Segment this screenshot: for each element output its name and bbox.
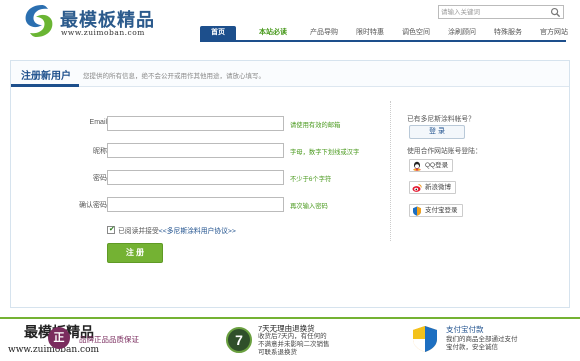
password-hint: 不少于6个字符 <box>290 176 332 183</box>
footer-alipay-title: 支付宝付款 <box>446 325 484 334</box>
confirm-password-field[interactable] <box>107 197 284 212</box>
footer-alipay-line: 宝付款，安全诚信 <box>446 344 498 351</box>
nav-color-space[interactable]: 调色空间 <box>396 26 436 40</box>
site-header: 最模板精品 www.zuimoban.com 首页 本站必读 产品导购 限时特惠… <box>0 0 580 50</box>
partner-login-prompt: 使用合作网站账号登陆： <box>407 148 482 155</box>
seven-day-return-icon: 7 <box>226 327 252 353</box>
footer-return-line: 可联系退换货 <box>258 349 297 356</box>
nav-product-guide[interactable]: 产品导购 <box>304 26 344 40</box>
nav-must-read[interactable]: 本站必读 <box>248 26 298 40</box>
alipay-login-label: 支付宝登录 <box>425 207 458 214</box>
confirm-password-label: 确认密码: <box>79 202 109 209</box>
footer-guarantee-text: 品牌正品品质保证 <box>79 335 139 344</box>
alipay-shield-icon <box>413 326 437 352</box>
nav-underline <box>200 40 566 42</box>
checkmark-icon: ✔ <box>109 226 115 233</box>
confirm-password-hint: 再次输入密码 <box>290 203 328 210</box>
login-button[interactable]: 登 录 <box>409 125 465 139</box>
user-agreement-link[interactable]: <<多尼斯涂料用户协议>> <box>159 228 236 235</box>
title-underline <box>11 84 79 87</box>
weibo-login-label: 新浪微博 <box>425 184 451 191</box>
weibo-icon <box>412 184 422 192</box>
panel-subtitle: 您提供的所有信息，绝不会公开或用作其他用途，请放心填写。 <box>83 73 265 80</box>
footer-return-line: 收货后7天内，有任何的 <box>258 333 327 340</box>
qq-login-button[interactable]: QQ登录 <box>409 159 454 172</box>
form-row-email: Email: 请使用有效的邮箱 <box>11 116 391 132</box>
search-icon[interactable] <box>550 7 561 18</box>
nickname-hint: 字母，数字下划线或汉字 <box>290 149 360 156</box>
alipay-icon <box>413 206 421 216</box>
footer-alipay-text: 我们的商品全部通过支付 宝付款，安全诚信 <box>446 336 518 352</box>
form-row-nickname: 昵称: 字母，数字下划线或汉字 <box>11 143 391 159</box>
search-input[interactable] <box>441 7 541 18</box>
nav-painting-advisor[interactable]: 涂刷顾问 <box>442 26 482 40</box>
email-field[interactable] <box>107 116 284 131</box>
logo-swirl-icon[interactable] <box>22 3 56 39</box>
logo-site-url: www.zuimoban.com <box>61 28 145 37</box>
divider <box>390 101 391 241</box>
panel-header: 注册新用户 您提供的所有信息，绝不会公开或用作其他用途，请放心填写。 <box>11 61 569 87</box>
nickname-field[interactable] <box>107 143 284 158</box>
agree-checkbox[interactable]: ✔ <box>107 226 115 234</box>
password-field[interactable] <box>107 170 284 185</box>
search-box <box>438 5 564 19</box>
nav-special-service[interactable]: 特殊服务 <box>488 26 528 40</box>
have-account-text: 已有多尼斯涂料帐号？ <box>407 116 475 123</box>
site-footer: 最模板精品 www.zuimoban.com 正 品牌正品品质保证 7 7天无理… <box>0 319 580 361</box>
genuine-badge-icon: 正 <box>48 327 70 349</box>
nav-official-site[interactable]: 官方网站 <box>534 26 574 40</box>
qq-login-label: QQ登录 <box>425 162 449 169</box>
nav-limited-offer[interactable]: 限时特惠 <box>350 26 390 40</box>
register-button[interactable]: 注 册 <box>107 243 163 263</box>
register-panel: 注册新用户 您提供的所有信息，绝不会公开或用作其他用途，请放心填写。 Email… <box>10 60 570 308</box>
form-row-confirm-password: 确认密码: 再次输入密码 <box>11 197 391 213</box>
nav-home[interactable]: 首页 <box>200 26 236 40</box>
form-row-password: 密码: 不少于6个字符 <box>11 170 391 186</box>
main-nav: 首页 本站必读 产品导购 限时特惠 调色空间 涂刷顾问 特殊服务 官方网站 <box>200 26 574 40</box>
qq-icon <box>413 161 421 171</box>
footer-alipay-line: 我们的商品全部通过支付 <box>446 336 518 343</box>
footer-return-text: 收货后7天内，有任何的 不满意并未影响二次销售 可联系退换货 <box>258 333 330 357</box>
page-title: 注册新用户 <box>21 71 71 82</box>
email-hint: 请使用有效的邮箱 <box>290 122 341 129</box>
alipay-login-button[interactable]: 支付宝登录 <box>409 204 463 217</box>
weibo-login-button[interactable]: 新浪微博 <box>409 181 456 194</box>
agree-text: 已阅读并接受 <box>118 228 159 235</box>
footer-return-line: 不满意并未影响二次销售 <box>258 341 330 348</box>
